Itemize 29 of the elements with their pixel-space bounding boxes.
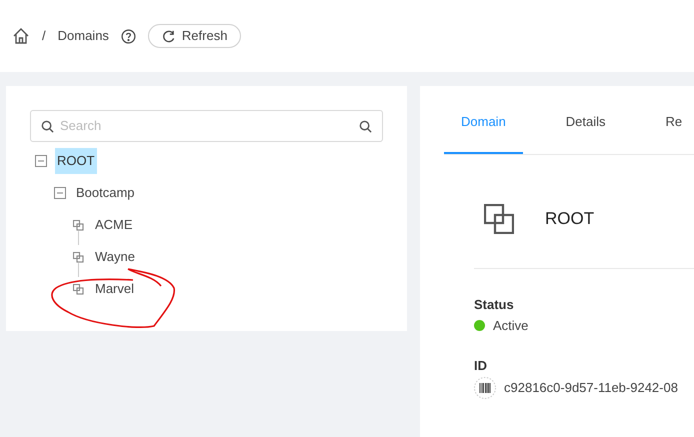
tab[interactable]: Details [548,108,623,154]
tree-node[interactable]: Bootcamp [74,180,137,206]
search-field[interactable]: Search [30,110,383,142]
domain-icon [73,284,84,294]
domain-icon [73,252,84,262]
tree-node[interactable]: Wayne [93,244,137,270]
status-text: Active [493,317,528,335]
breadcrumb-separator: / [42,27,46,46]
collapse-icon[interactable] [54,187,66,199]
tree-node[interactable]: Marvel [93,276,136,302]
field-label: Status [474,296,515,314]
help-icon[interactable] [120,28,136,44]
id-text: c92816c0-9d57-11eb-9242-08 [504,378,678,397]
home-icon[interactable] [12,27,30,45]
search-icon[interactable] [359,120,372,132]
search-icon [41,120,54,132]
refresh-button[interactable]: Refresh [148,24,242,48]
breadcrumb-link[interactable]: Domains [58,26,109,46]
refresh-icon [162,30,175,42]
tab[interactable]: Re [648,108,694,154]
domain-icon [484,204,514,234]
domain-icon [73,220,84,230]
collapse-icon[interactable] [35,155,47,167]
barcode-icon [474,376,496,398]
tree-node[interactable]: ACME [93,212,135,238]
tree-node[interactable]: ROOT [55,148,97,174]
domain-title: ROOT [545,208,594,230]
search-input[interactable]: Search [60,116,353,136]
field-label: ID [474,356,488,374]
